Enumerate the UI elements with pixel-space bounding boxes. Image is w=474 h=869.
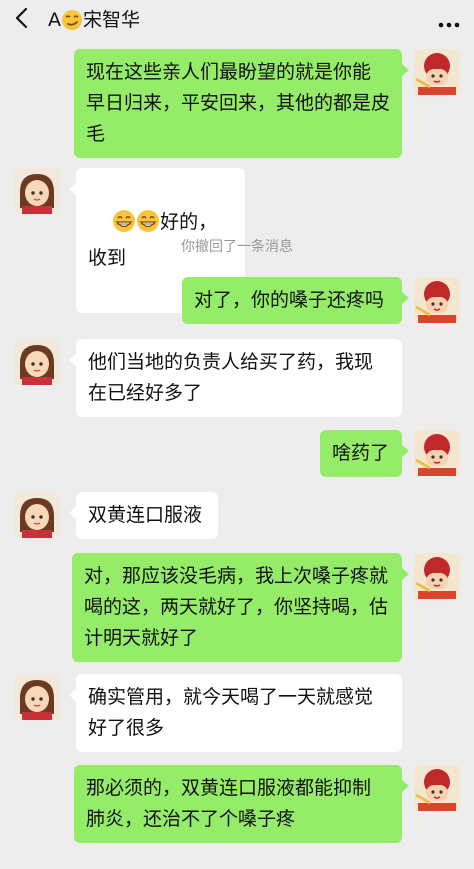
- contact-avatar-self[interactable]: [414, 430, 460, 476]
- chevron-left-icon[interactable]: [12, 6, 34, 30]
- contact-avatar[interactable]: [14, 492, 60, 538]
- message-bubble-outgoing: 对，那应该没毛病，我上次嗓子疼就 喝的这，两天就好了，你坚持喝，估 计明天就好了: [72, 553, 409, 662]
- system-notice-recalled: 你撤回了一条消息: [181, 239, 293, 255]
- message-bubble-outgoing: 现在这些亲人们最盼望的就是你能 早日归来，平安回来，其他的都是皮 毛: [74, 49, 409, 158]
- contact-avatar-self[interactable]: [414, 765, 460, 811]
- smirk-face-icon: [61, 9, 83, 36]
- chat-screen: A 宋智华 现在这些亲人们最盼望的就是你能 早日归来，平安回来，其他的都是皮 毛 …: [0, 0, 474, 869]
- title-prefix: A: [48, 9, 61, 31]
- message-bubble-incoming: 双黄连口服液: [69, 492, 218, 539]
- contact-avatar-self[interactable]: [414, 49, 460, 95]
- message-bubble-outgoing: 那必须的，双黄连口服液都能抑制 肺炎，还治不了个嗓子疼: [74, 765, 409, 843]
- message-bubble-incoming: 确实管用，就今天喝了一天就感觉 好了很多: [69, 674, 402, 752]
- contact-avatar-self[interactable]: [414, 553, 460, 599]
- title-name: 宋智华: [83, 9, 141, 31]
- contact-avatar[interactable]: [14, 674, 60, 720]
- message-bubble-incoming: 他们当地的负责人给买了药，我现 在已经好多了: [69, 339, 402, 417]
- more-dots-icon[interactable]: [438, 14, 460, 28]
- message-bubble-outgoing: 啥药了: [320, 430, 409, 477]
- chat-header: A 宋智华: [0, 0, 474, 40]
- contact-avatar[interactable]: [14, 168, 60, 214]
- message-bubble-outgoing: 对了，你的嗓子还疼吗: [182, 277, 409, 324]
- contact-avatar-self[interactable]: [414, 277, 460, 323]
- contact-avatar[interactable]: [14, 339, 60, 385]
- chat-title: A 宋智华: [48, 5, 140, 36]
